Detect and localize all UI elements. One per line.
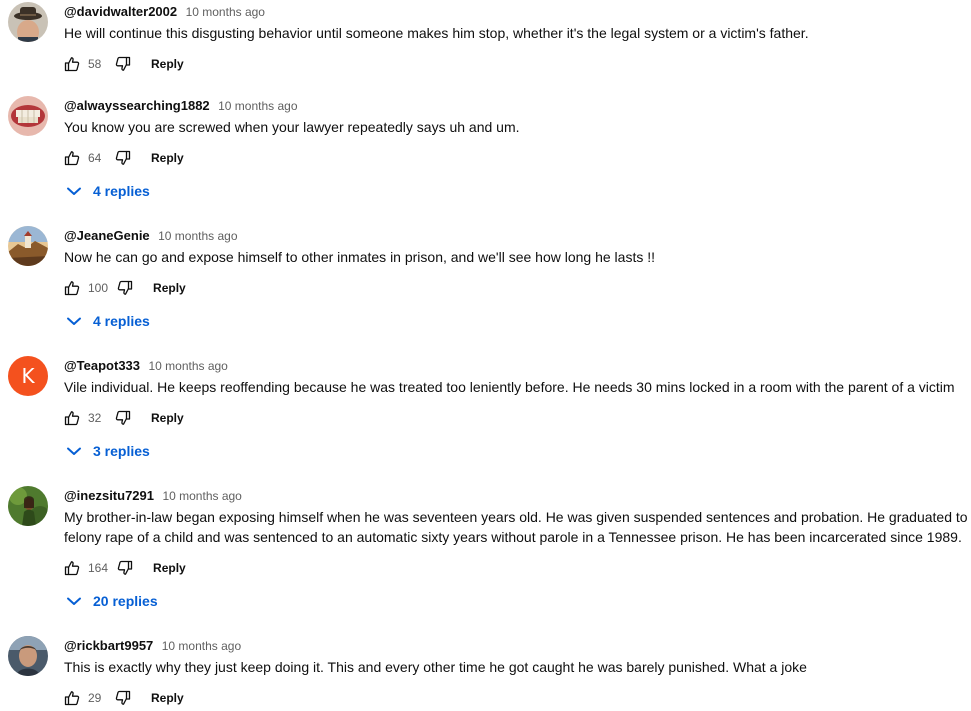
comment-header: @inezsitu7291 10 months ago bbox=[64, 487, 242, 505]
comment-header: @JeaneGenie 10 months ago bbox=[64, 227, 238, 245]
view-replies-button[interactable]: 3 replies bbox=[64, 439, 150, 463]
comment-actions: 32 Reply bbox=[64, 408, 184, 428]
like-count: 32 bbox=[88, 411, 102, 425]
reply-button[interactable]: Reply bbox=[151, 57, 184, 71]
thumbs-up-icon[interactable] bbox=[64, 280, 80, 296]
replies-count: 20 replies bbox=[93, 593, 158, 609]
comment-text: Vile individual. He keeps reoffending be… bbox=[64, 379, 955, 395]
like-count: 164 bbox=[88, 561, 109, 575]
thumbs-down-icon[interactable] bbox=[115, 150, 131, 166]
comment-author[interactable]: @Teapot333 bbox=[64, 358, 140, 373]
avatar[interactable] bbox=[8, 226, 48, 266]
thumbs-down-icon[interactable] bbox=[117, 280, 133, 296]
comment-actions: 64 Reply bbox=[64, 148, 184, 168]
thumbs-down-icon[interactable] bbox=[115, 56, 131, 72]
comment-author[interactable]: @JeaneGenie bbox=[64, 228, 150, 243]
thumbs-down-icon[interactable] bbox=[115, 690, 131, 706]
comment-timestamp[interactable]: 10 months ago bbox=[186, 5, 265, 19]
thumbs-down-icon[interactable] bbox=[117, 560, 133, 576]
comment-actions: 58 Reply bbox=[64, 54, 184, 74]
comment-author[interactable]: @davidwalter2002 bbox=[64, 4, 177, 19]
view-replies-button[interactable]: 4 replies bbox=[64, 309, 150, 333]
comment-header: @davidwalter2002 10 months ago bbox=[64, 3, 265, 21]
like-count: 29 bbox=[88, 691, 102, 705]
chevron-down-icon bbox=[64, 311, 84, 331]
comment-author[interactable]: @inezsitu7291 bbox=[64, 488, 154, 503]
replies-count: 3 replies bbox=[93, 443, 150, 459]
avatar[interactable] bbox=[8, 486, 48, 526]
comment-text: He will continue this disgusting behavio… bbox=[64, 25, 809, 41]
comment-header: @Teapot333 10 months ago bbox=[64, 357, 228, 375]
avatar-letter: K bbox=[21, 364, 35, 388]
comment-timestamp[interactable]: 10 months ago bbox=[218, 99, 297, 113]
thumbs-up-icon[interactable] bbox=[64, 560, 80, 576]
comment-author[interactable]: @alwayssearching1882 bbox=[64, 98, 210, 113]
like-count: 58 bbox=[88, 57, 102, 71]
thumbs-down-icon[interactable] bbox=[115, 410, 131, 426]
avatar[interactable] bbox=[8, 96, 48, 136]
like-count: 64 bbox=[88, 151, 102, 165]
view-replies-button[interactable]: 20 replies bbox=[64, 589, 158, 613]
reply-button[interactable]: Reply bbox=[151, 151, 184, 165]
chevron-down-icon bbox=[64, 441, 84, 461]
reply-button[interactable]: Reply bbox=[151, 691, 184, 705]
comment-text: You know you are screwed when your lawye… bbox=[64, 119, 520, 135]
comment-header: @rickbart9957 10 months ago bbox=[64, 637, 241, 655]
reply-button[interactable]: Reply bbox=[151, 411, 184, 425]
comment-text: My brother-in-law began exposing himself… bbox=[64, 509, 968, 545]
avatar[interactable] bbox=[8, 636, 48, 676]
comment-actions: 100 Reply bbox=[64, 278, 186, 298]
comment-timestamp[interactable]: 10 months ago bbox=[148, 359, 227, 373]
comment-actions: 29 Reply bbox=[64, 688, 184, 708]
view-replies-button[interactable]: 4 replies bbox=[64, 179, 150, 203]
like-count: 100 bbox=[88, 281, 109, 295]
thumbs-up-icon[interactable] bbox=[64, 690, 80, 706]
chevron-down-icon bbox=[64, 591, 84, 611]
reply-button[interactable]: Reply bbox=[153, 281, 186, 295]
avatar[interactable]: K bbox=[8, 356, 48, 396]
comment-text: Now he can go and expose himself to othe… bbox=[64, 249, 656, 265]
reply-button[interactable]: Reply bbox=[153, 561, 186, 575]
comment-timestamp[interactable]: 10 months ago bbox=[162, 639, 241, 653]
comment-author[interactable]: @rickbart9957 bbox=[64, 638, 153, 653]
replies-count: 4 replies bbox=[93, 183, 150, 199]
comment-timestamp[interactable]: 10 months ago bbox=[158, 229, 237, 243]
thumbs-up-icon[interactable] bbox=[64, 150, 80, 166]
comment-header: @alwayssearching1882 10 months ago bbox=[64, 97, 298, 115]
replies-count: 4 replies bbox=[93, 313, 150, 329]
chevron-down-icon bbox=[64, 181, 84, 201]
thumbs-up-icon[interactable] bbox=[64, 56, 80, 72]
avatar[interactable] bbox=[8, 2, 48, 42]
comment-timestamp[interactable]: 10 months ago bbox=[162, 489, 241, 503]
thumbs-up-icon[interactable] bbox=[64, 410, 80, 426]
comment-text: This is exactly why they just keep doing… bbox=[64, 659, 807, 675]
comment-actions: 164 Reply bbox=[64, 558, 186, 578]
